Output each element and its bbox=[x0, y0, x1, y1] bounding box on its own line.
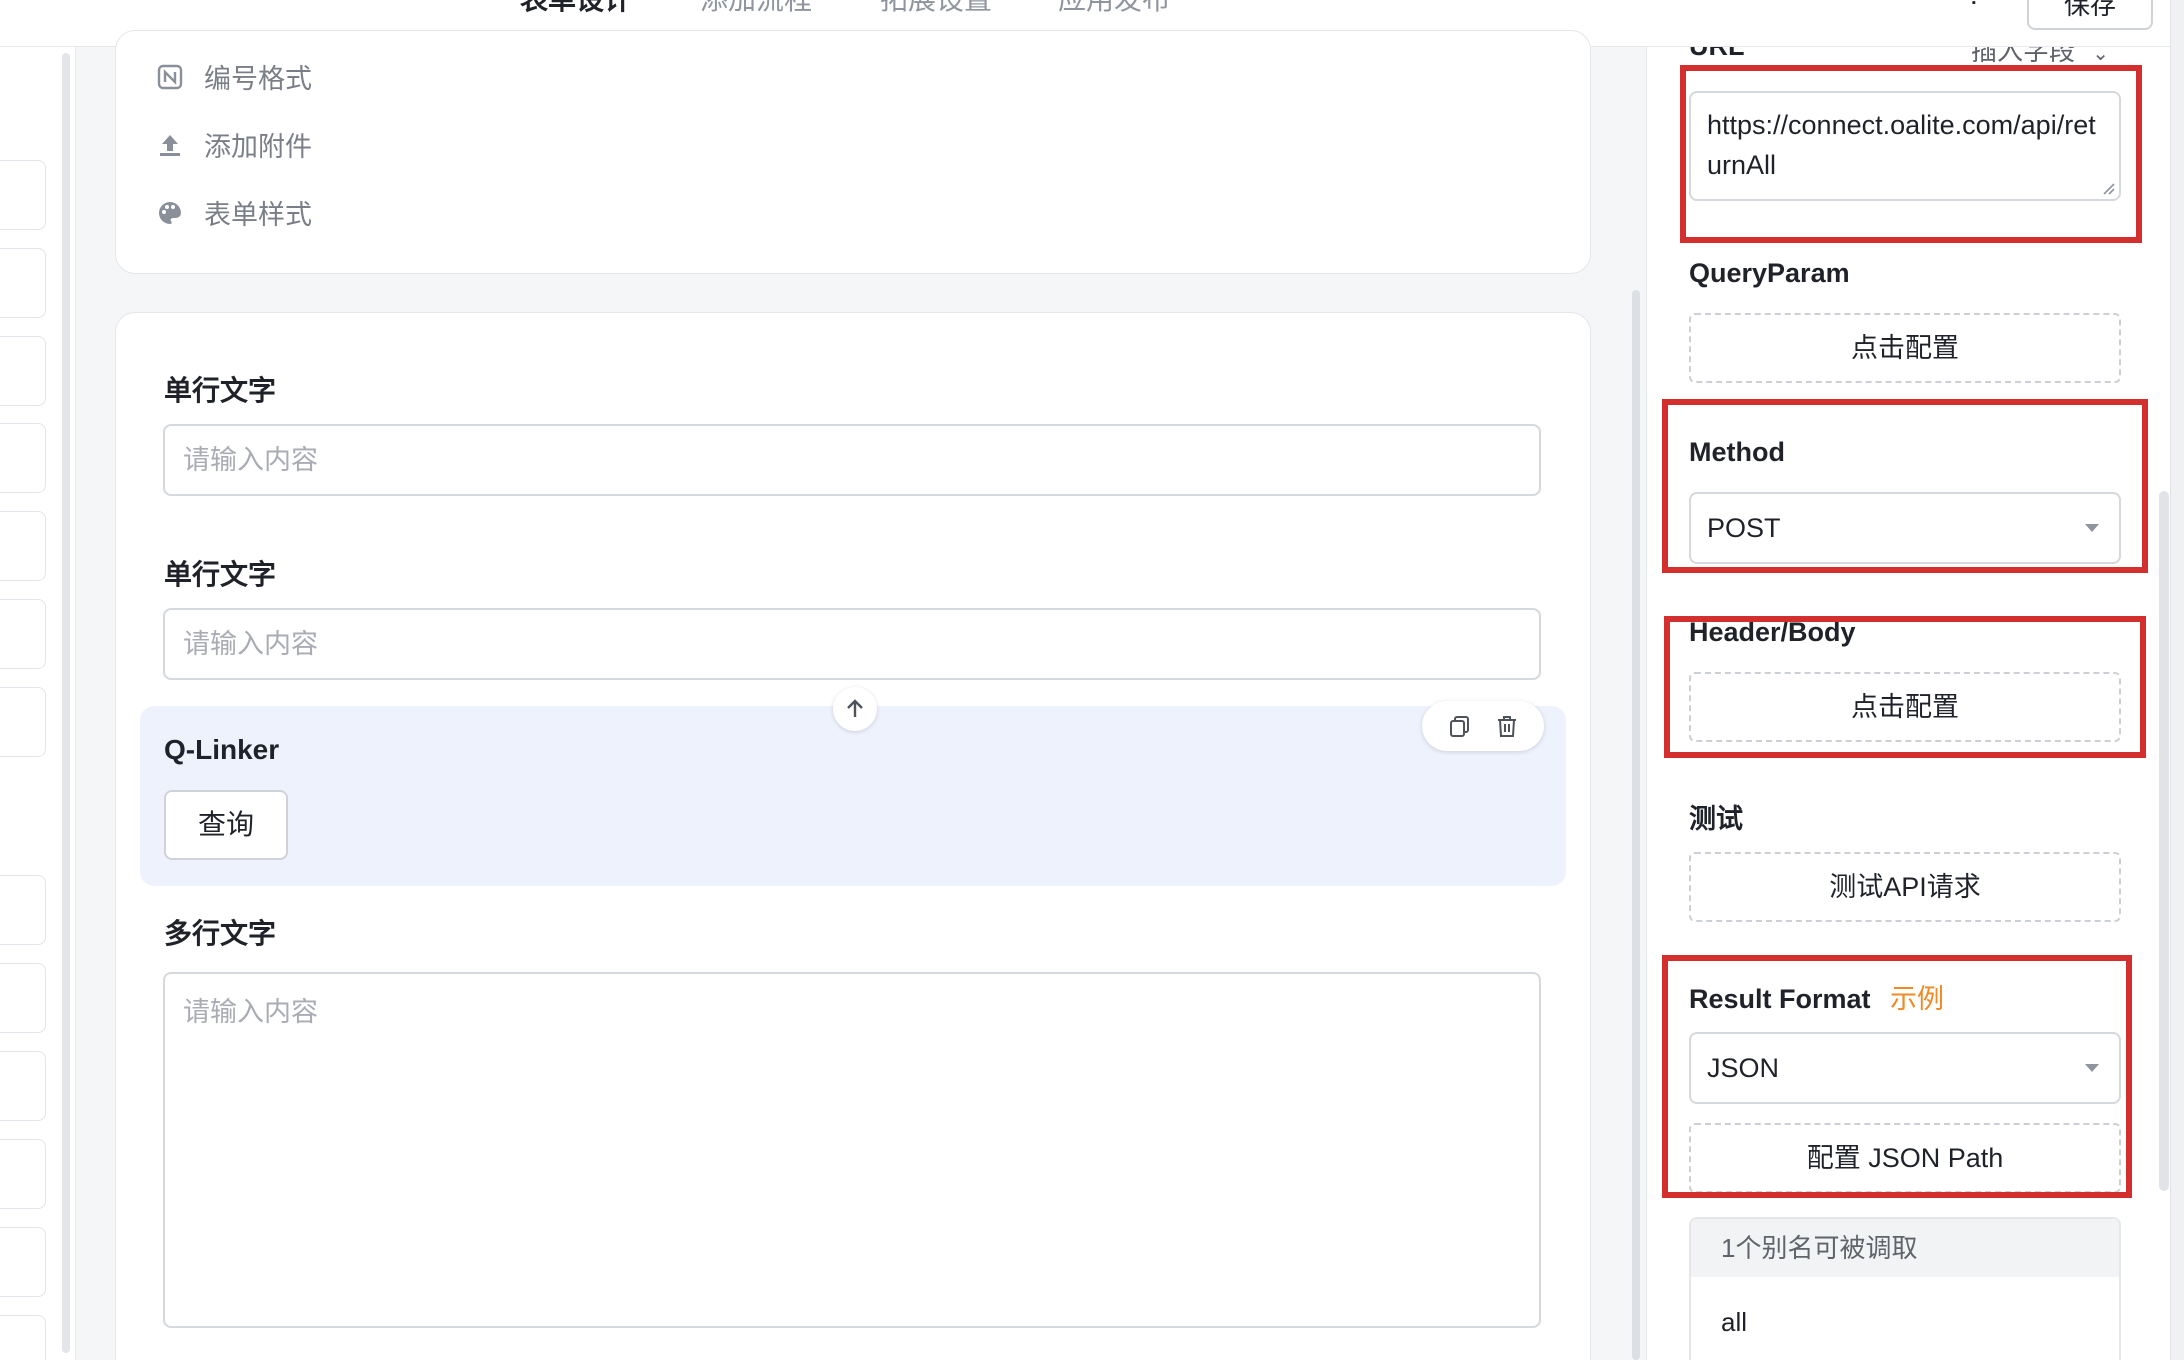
component-item[interactable] bbox=[0, 511, 46, 581]
chevron-down-icon: ⌄ bbox=[2092, 47, 2110, 65]
tab-extension-settings[interactable]: 拓展设置 bbox=[880, 0, 992, 18]
menu-item-number-format[interactable]: 编号格式 bbox=[156, 57, 312, 96]
menu-item-label: 表单样式 bbox=[204, 200, 312, 230]
tab-app-publish[interactable]: 应用发布 bbox=[1058, 0, 1170, 18]
field-actions bbox=[1422, 701, 1544, 751]
upload-icon bbox=[156, 131, 184, 159]
alias-list-header: 1个别名可被调取 bbox=[1691, 1219, 2119, 1277]
field-label: 单行文字 bbox=[164, 375, 277, 406]
single-line-text-input[interactable]: 请输入内容 bbox=[163, 424, 1541, 496]
copy-icon[interactable] bbox=[1448, 714, 1472, 738]
tab-add-process[interactable]: 添加流程 bbox=[700, 0, 812, 18]
component-item[interactable] bbox=[0, 336, 46, 406]
highlight-box-method bbox=[1662, 399, 2148, 573]
qlinker-label: Q-Linker bbox=[164, 734, 280, 765]
highlight-box-header-body bbox=[1664, 616, 2146, 758]
menu-item-form-style[interactable]: 表单样式 bbox=[156, 193, 312, 232]
query-param-label: QueryParam bbox=[1689, 258, 1850, 288]
canvas-scrollbar[interactable] bbox=[1632, 290, 1640, 1360]
multi-line-textarea[interactable]: 请输入内容 bbox=[163, 972, 1541, 1328]
query-button[interactable]: 查询 bbox=[164, 790, 288, 860]
single-line-text-input[interactable]: 请输入内容 bbox=[163, 608, 1541, 680]
sidebar-scrollbar[interactable] bbox=[62, 53, 70, 1353]
insert-field-label: 插入字段 bbox=[1971, 47, 2076, 66]
component-item[interactable] bbox=[0, 1139, 46, 1209]
save-button[interactable]: 保存 bbox=[2027, 0, 2153, 30]
palette-icon bbox=[156, 199, 184, 227]
delete-icon[interactable] bbox=[1495, 714, 1519, 738]
query-param-config-button[interactable]: 点击配置 bbox=[1689, 313, 2121, 383]
component-item[interactable] bbox=[0, 875, 46, 945]
component-item[interactable] bbox=[0, 248, 46, 318]
test-label: 测试 bbox=[1689, 804, 1743, 834]
field-label: 多行文字 bbox=[164, 918, 277, 949]
test-api-button[interactable]: 测试API请求 bbox=[1689, 852, 2121, 922]
component-item[interactable] bbox=[0, 687, 46, 757]
menu-item-label: 编号格式 bbox=[204, 64, 312, 94]
move-up-button[interactable] bbox=[833, 687, 877, 731]
number-format-icon bbox=[156, 63, 184, 91]
component-item[interactable] bbox=[0, 1227, 46, 1297]
alias-item[interactable]: all bbox=[1691, 1277, 2119, 1360]
menu-item-label: 添加附件 bbox=[204, 132, 312, 162]
tab-form-design[interactable]: 表单设计 bbox=[520, 0, 632, 18]
highlight-box-result-format bbox=[1662, 955, 2132, 1198]
panel-scrollbar[interactable] bbox=[2159, 491, 2169, 1191]
component-item[interactable] bbox=[0, 963, 46, 1033]
component-item[interactable] bbox=[0, 599, 46, 669]
field-label: 单行文字 bbox=[164, 559, 277, 590]
component-item[interactable] bbox=[0, 1315, 46, 1360]
component-item[interactable] bbox=[0, 1051, 46, 1121]
window-edge bbox=[2170, 0, 2184, 1360]
help-icon[interactable]: ? bbox=[1966, 0, 1983, 12]
url-label: URL bbox=[1689, 47, 1745, 62]
alias-list: 1个别名可被调取 all bbox=[1689, 1217, 2121, 1360]
qlinker-field-selected[interactable]: Q-Linker 查询 bbox=[140, 687, 1566, 886]
highlight-box-url bbox=[1680, 65, 2142, 243]
component-item[interactable] bbox=[0, 160, 46, 230]
form-settings-card: 编号格式 添加附件 表单样式 bbox=[115, 30, 1591, 274]
arrow-up-icon bbox=[847, 699, 863, 717]
component-sidebar bbox=[0, 47, 76, 1360]
component-item[interactable] bbox=[0, 423, 46, 493]
menu-item-add-attachment[interactable]: 添加附件 bbox=[156, 125, 312, 164]
